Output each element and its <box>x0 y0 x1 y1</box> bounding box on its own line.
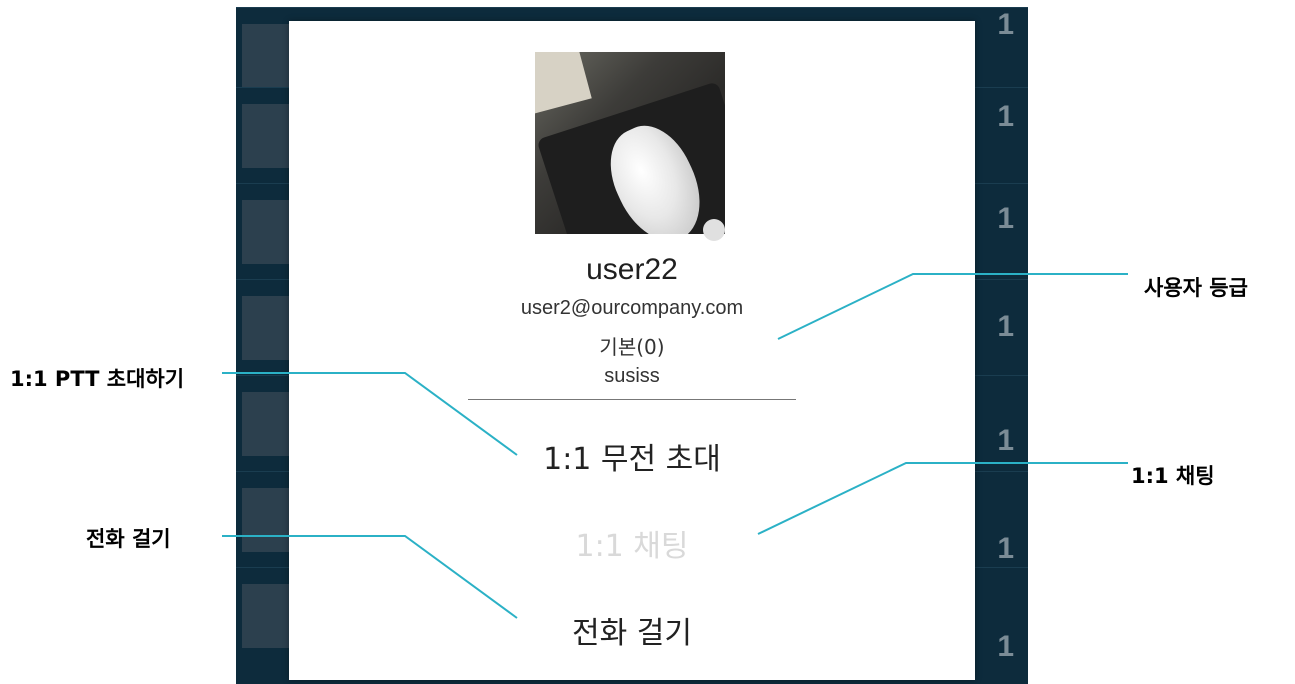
callout-ptt-invite: 1:1 PTT 초대하기 <box>10 367 185 391</box>
callout-user-grade: 사용자 등급 <box>1144 276 1248 300</box>
callout-line-call <box>222 535 518 619</box>
callout-chat: 1:1 채팅 <box>1131 464 1215 488</box>
callout-call: 전화 걸기 <box>86 527 171 551</box>
callout-line-ptt-invite <box>222 372 518 456</box>
callout-line-user-grade <box>777 273 1128 340</box>
callout-lines <box>222 273 1128 619</box>
callout-line-chat <box>757 462 1128 535</box>
